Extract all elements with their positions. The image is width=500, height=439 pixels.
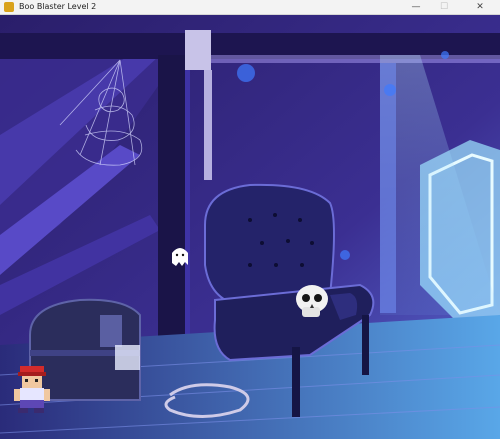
treasure-chest[interactable] xyxy=(29,298,141,401)
minimize-button[interactable]: — xyxy=(402,0,430,14)
game-icon xyxy=(4,2,14,12)
close-button[interactable]: ✕ xyxy=(466,0,494,14)
ridge-beam xyxy=(180,55,500,63)
maximize-button[interactable]: ☐ xyxy=(430,0,458,14)
right-post xyxy=(380,63,396,313)
title-bar: Boo Blaster Level 2 — ☐ ✕ xyxy=(0,0,500,15)
game-canvas[interactable] xyxy=(0,15,500,439)
window-title: Boo Blaster Level 2 xyxy=(19,2,97,11)
game-window: Boo Blaster Level 2 — ☐ ✕ xyxy=(0,0,500,439)
